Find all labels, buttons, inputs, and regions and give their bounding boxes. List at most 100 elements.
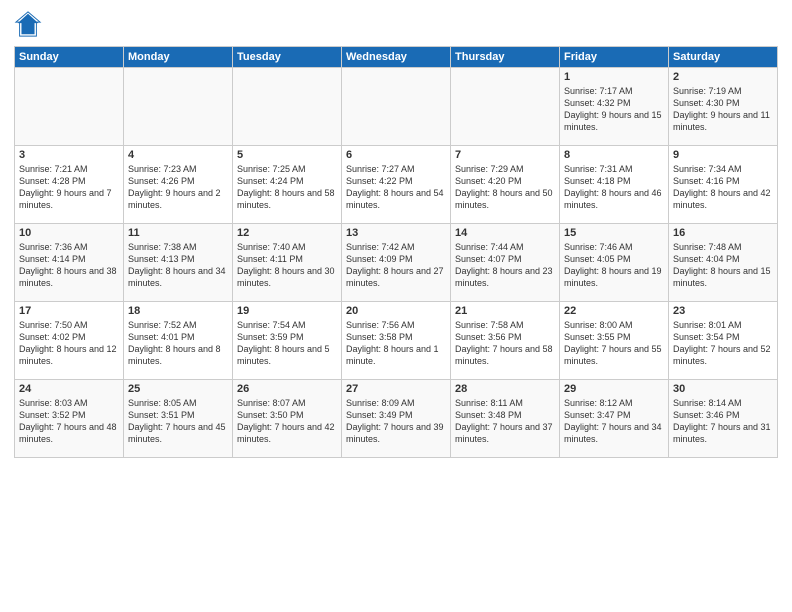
day-info: Sunrise: 8:12 AM Sunset: 3:47 PM Dayligh…: [564, 397, 664, 446]
calendar-cell: 16 Sunrise: 7:48 AM Sunset: 4:04 PM Dayli…: [669, 224, 778, 302]
day-info: Sunrise: 7:19 AM Sunset: 4:30 PM Dayligh…: [673, 85, 773, 134]
week-row-5: 24 Sunrise: 8:03 AM Sunset: 3:52 PM Dayli…: [15, 380, 778, 458]
day-number: 25: [128, 383, 228, 395]
day-info: Sunrise: 8:03 AM Sunset: 3:52 PM Dayligh…: [19, 397, 119, 446]
calendar-table: SundayMondayTuesdayWednesdayThursdayFrid…: [14, 46, 778, 458]
day-number: 12: [237, 227, 337, 239]
day-number: 11: [128, 227, 228, 239]
calendar-cell: 3 Sunrise: 7:21 AM Sunset: 4:28 PM Daylig…: [15, 146, 124, 224]
calendar-cell: 13 Sunrise: 7:42 AM Sunset: 4:09 PM Dayli…: [342, 224, 451, 302]
calendar-cell: 20 Sunrise: 7:56 AM Sunset: 3:58 PM Dayli…: [342, 302, 451, 380]
day-number: 22: [564, 305, 664, 317]
calendar-cell: 23 Sunrise: 8:01 AM Sunset: 3:54 PM Dayli…: [669, 302, 778, 380]
calendar-cell: 10Sunrise: 7:36 AM Sunset: 4:14 PM Dayli…: [15, 224, 124, 302]
day-info: Sunrise: 7:52 AM Sunset: 4:01 PM Dayligh…: [128, 319, 228, 368]
day-info: Sunrise: 7:36 AM Sunset: 4:14 PM Dayligh…: [19, 241, 119, 290]
calendar-cell: 22 Sunrise: 8:00 AM Sunset: 3:55 PM Dayli…: [560, 302, 669, 380]
logo: [14, 10, 46, 38]
day-info: Sunrise: 7:46 AM Sunset: 4:05 PM Dayligh…: [564, 241, 664, 290]
day-number: 24: [19, 383, 119, 395]
calendar-cell: [451, 68, 560, 146]
day-info: Sunrise: 7:42 AM Sunset: 4:09 PM Dayligh…: [346, 241, 446, 290]
day-number: 16: [673, 227, 773, 239]
header: [14, 10, 778, 38]
day-info: Sunrise: 7:48 AM Sunset: 4:04 PM Dayligh…: [673, 241, 773, 290]
day-number: 23: [673, 305, 773, 317]
day-number: 27: [346, 383, 446, 395]
calendar-cell: 29 Sunrise: 8:12 AM Sunset: 3:47 PM Dayli…: [560, 380, 669, 458]
calendar-cell: 9 Sunrise: 7:34 AM Sunset: 4:16 PM Daylig…: [669, 146, 778, 224]
weekday-thursday: Thursday: [451, 47, 560, 68]
day-info: Sunrise: 8:01 AM Sunset: 3:54 PM Dayligh…: [673, 319, 773, 368]
calendar-cell: 14 Sunrise: 7:44 AM Sunset: 4:07 PM Dayli…: [451, 224, 560, 302]
day-number: 18: [128, 305, 228, 317]
calendar-cell: 4 Sunrise: 7:23 AM Sunset: 4:26 PM Daylig…: [124, 146, 233, 224]
day-number: 9: [673, 149, 773, 161]
calendar-cell: 12 Sunrise: 7:40 AM Sunset: 4:11 PM Dayli…: [233, 224, 342, 302]
week-row-4: 17Sunrise: 7:50 AM Sunset: 4:02 PM Dayli…: [15, 302, 778, 380]
day-info: Sunrise: 7:25 AM Sunset: 4:24 PM Dayligh…: [237, 163, 337, 212]
day-info: Sunrise: 8:14 AM Sunset: 3:46 PM Dayligh…: [673, 397, 773, 446]
day-number: 29: [564, 383, 664, 395]
day-number: 14: [455, 227, 555, 239]
calendar-cell: 15 Sunrise: 7:46 AM Sunset: 4:05 PM Dayli…: [560, 224, 669, 302]
day-info: Sunrise: 7:54 AM Sunset: 3:59 PM Dayligh…: [237, 319, 337, 368]
page: SundayMondayTuesdayWednesdayThursdayFrid…: [0, 0, 792, 612]
day-info: Sunrise: 7:27 AM Sunset: 4:22 PM Dayligh…: [346, 163, 446, 212]
calendar-cell: [15, 68, 124, 146]
day-number: 28: [455, 383, 555, 395]
weekday-tuesday: Tuesday: [233, 47, 342, 68]
calendar-cell: 6Sunrise: 7:27 AM Sunset: 4:22 PM Daylig…: [342, 146, 451, 224]
calendar-cell: 18 Sunrise: 7:52 AM Sunset: 4:01 PM Dayli…: [124, 302, 233, 380]
logo-icon: [14, 10, 42, 38]
calendar-cell: 17Sunrise: 7:50 AM Sunset: 4:02 PM Dayli…: [15, 302, 124, 380]
day-info: Sunrise: 7:56 AM Sunset: 3:58 PM Dayligh…: [346, 319, 446, 368]
calendar-cell: 26 Sunrise: 8:07 AM Sunset: 3:50 PM Dayli…: [233, 380, 342, 458]
calendar-cell: 25Sunrise: 8:05 AM Sunset: 3:51 PM Dayli…: [124, 380, 233, 458]
weekday-saturday: Saturday: [669, 47, 778, 68]
calendar-cell: 1 Sunrise: 7:17 AM Sunset: 4:32 PM Daylig…: [560, 68, 669, 146]
day-info: Sunrise: 7:44 AM Sunset: 4:07 PM Dayligh…: [455, 241, 555, 290]
calendar-cell: [233, 68, 342, 146]
calendar-cell: 7Sunrise: 7:29 AM Sunset: 4:20 PM Daylig…: [451, 146, 560, 224]
day-number: 1: [564, 71, 664, 83]
calendar-cell: 19 Sunrise: 7:54 AM Sunset: 3:59 PM Dayli…: [233, 302, 342, 380]
day-info: Sunrise: 8:00 AM Sunset: 3:55 PM Dayligh…: [564, 319, 664, 368]
calendar-cell: 28Sunrise: 8:11 AM Sunset: 3:48 PM Dayli…: [451, 380, 560, 458]
day-info: Sunrise: 8:07 AM Sunset: 3:50 PM Dayligh…: [237, 397, 337, 446]
calendar-cell: 5 Sunrise: 7:25 AM Sunset: 4:24 PM Daylig…: [233, 146, 342, 224]
day-number: 17: [19, 305, 119, 317]
day-info: Sunrise: 7:34 AM Sunset: 4:16 PM Dayligh…: [673, 163, 773, 212]
weekday-friday: Friday: [560, 47, 669, 68]
day-number: 21: [455, 305, 555, 317]
day-number: 26: [237, 383, 337, 395]
week-row-3: 10Sunrise: 7:36 AM Sunset: 4:14 PM Dayli…: [15, 224, 778, 302]
calendar-cell: 21 Sunrise: 7:58 AM Sunset: 3:56 PM Dayli…: [451, 302, 560, 380]
week-row-2: 3 Sunrise: 7:21 AM Sunset: 4:28 PM Daylig…: [15, 146, 778, 224]
day-number: 2: [673, 71, 773, 83]
day-number: 15: [564, 227, 664, 239]
day-number: 13: [346, 227, 446, 239]
calendar-cell: 27 Sunrise: 8:09 AM Sunset: 3:49 PM Dayli…: [342, 380, 451, 458]
day-number: 19: [237, 305, 337, 317]
day-info: Sunrise: 8:09 AM Sunset: 3:49 PM Dayligh…: [346, 397, 446, 446]
calendar-cell: 8 Sunrise: 7:31 AM Sunset: 4:18 PM Daylig…: [560, 146, 669, 224]
day-info: Sunrise: 7:31 AM Sunset: 4:18 PM Dayligh…: [564, 163, 664, 212]
calendar-cell: 30 Sunrise: 8:14 AM Sunset: 3:46 PM Dayli…: [669, 380, 778, 458]
weekday-monday: Monday: [124, 47, 233, 68]
calendar-cell: 2 Sunrise: 7:19 AM Sunset: 4:30 PM Daylig…: [669, 68, 778, 146]
day-number: 3: [19, 149, 119, 161]
day-info: Sunrise: 7:58 AM Sunset: 3:56 PM Dayligh…: [455, 319, 555, 368]
weekday-wednesday: Wednesday: [342, 47, 451, 68]
day-info: Sunrise: 7:17 AM Sunset: 4:32 PM Dayligh…: [564, 85, 664, 134]
day-info: Sunrise: 7:23 AM Sunset: 4:26 PM Dayligh…: [128, 163, 228, 212]
day-info: Sunrise: 7:21 AM Sunset: 4:28 PM Dayligh…: [19, 163, 119, 212]
week-row-1: 1 Sunrise: 7:17 AM Sunset: 4:32 PM Daylig…: [15, 68, 778, 146]
day-number: 8: [564, 149, 664, 161]
day-number: 30: [673, 383, 773, 395]
day-info: Sunrise: 7:38 AM Sunset: 4:13 PM Dayligh…: [128, 241, 228, 290]
day-number: 20: [346, 305, 446, 317]
day-number: 5: [237, 149, 337, 161]
day-number: 4: [128, 149, 228, 161]
day-info: Sunrise: 7:40 AM Sunset: 4:11 PM Dayligh…: [237, 241, 337, 290]
